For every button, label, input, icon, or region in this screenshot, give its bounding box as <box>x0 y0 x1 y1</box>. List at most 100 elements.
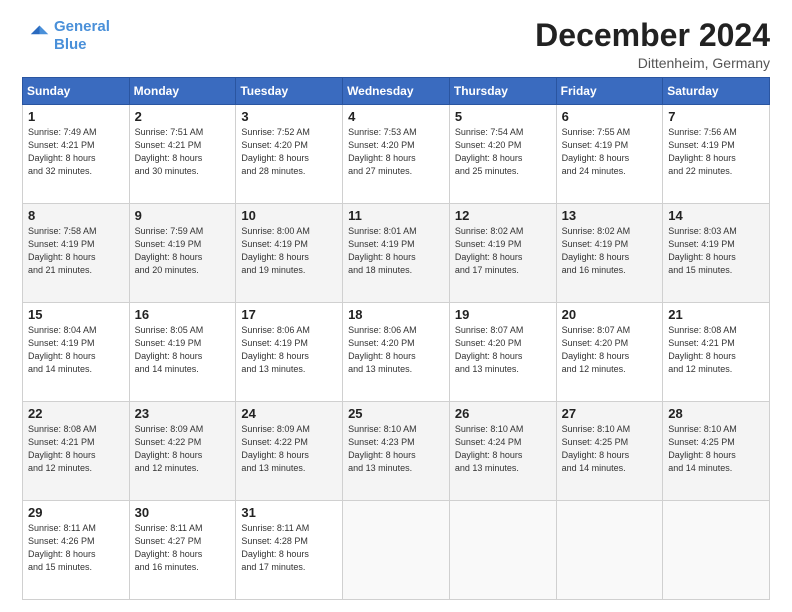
day-number: 8 <box>28 208 124 223</box>
logo: General Blue <box>22 18 110 54</box>
calendar-cell: 10 Sunrise: 8:00 AM Sunset: 4:19 PM Dayl… <box>236 204 343 303</box>
day-info: Sunrise: 7:58 AM Sunset: 4:19 PM Dayligh… <box>28 225 124 277</box>
day-number: 1 <box>28 109 124 124</box>
day-number: 3 <box>241 109 337 124</box>
day-info: Sunrise: 8:11 AM Sunset: 4:28 PM Dayligh… <box>241 522 337 574</box>
calendar-header-tuesday: Tuesday <box>236 78 343 105</box>
day-number: 7 <box>668 109 764 124</box>
calendar-cell: 5 Sunrise: 7:54 AM Sunset: 4:20 PM Dayli… <box>449 105 556 204</box>
calendar-cell: 21 Sunrise: 8:08 AM Sunset: 4:21 PM Dayl… <box>663 303 770 402</box>
day-info: Sunrise: 8:01 AM Sunset: 4:19 PM Dayligh… <box>348 225 444 277</box>
calendar-cell: 8 Sunrise: 7:58 AM Sunset: 4:19 PM Dayli… <box>23 204 130 303</box>
day-number: 10 <box>241 208 337 223</box>
day-info: Sunrise: 7:49 AM Sunset: 4:21 PM Dayligh… <box>28 126 124 178</box>
day-info: Sunrise: 8:11 AM Sunset: 4:26 PM Dayligh… <box>28 522 124 574</box>
day-info: Sunrise: 8:08 AM Sunset: 4:21 PM Dayligh… <box>28 423 124 475</box>
day-number: 27 <box>562 406 658 421</box>
page-title: December 2024 <box>535 18 770 53</box>
day-number: 16 <box>135 307 231 322</box>
calendar-cell: 17 Sunrise: 8:06 AM Sunset: 4:19 PM Dayl… <box>236 303 343 402</box>
calendar-cell: 11 Sunrise: 8:01 AM Sunset: 4:19 PM Dayl… <box>343 204 450 303</box>
calendar-cell: 9 Sunrise: 7:59 AM Sunset: 4:19 PM Dayli… <box>129 204 236 303</box>
calendar-cell: 23 Sunrise: 8:09 AM Sunset: 4:22 PM Dayl… <box>129 402 236 501</box>
day-number: 6 <box>562 109 658 124</box>
day-number: 14 <box>668 208 764 223</box>
calendar-cell: 6 Sunrise: 7:55 AM Sunset: 4:19 PM Dayli… <box>556 105 663 204</box>
day-info: Sunrise: 8:11 AM Sunset: 4:27 PM Dayligh… <box>135 522 231 574</box>
calendar-cell: 30 Sunrise: 8:11 AM Sunset: 4:27 PM Dayl… <box>129 501 236 600</box>
calendar-cell: 16 Sunrise: 8:05 AM Sunset: 4:19 PM Dayl… <box>129 303 236 402</box>
day-number: 28 <box>668 406 764 421</box>
calendar-cell: 20 Sunrise: 8:07 AM Sunset: 4:20 PM Dayl… <box>556 303 663 402</box>
calendar-cell: 28 Sunrise: 8:10 AM Sunset: 4:25 PM Dayl… <box>663 402 770 501</box>
day-number: 29 <box>28 505 124 520</box>
calendar-cell: 26 Sunrise: 8:10 AM Sunset: 4:24 PM Dayl… <box>449 402 556 501</box>
page: General Blue December 2024 Dittenheim, G… <box>0 0 792 612</box>
subtitle: Dittenheim, Germany <box>535 55 770 71</box>
day-number: 25 <box>348 406 444 421</box>
day-info: Sunrise: 8:09 AM Sunset: 4:22 PM Dayligh… <box>135 423 231 475</box>
day-number: 2 <box>135 109 231 124</box>
day-number: 24 <box>241 406 337 421</box>
calendar-week-5: 29 Sunrise: 8:11 AM Sunset: 4:26 PM Dayl… <box>23 501 770 600</box>
day-number: 4 <box>348 109 444 124</box>
day-number: 21 <box>668 307 764 322</box>
day-number: 12 <box>455 208 551 223</box>
day-number: 19 <box>455 307 551 322</box>
calendar-cell: 1 Sunrise: 7:49 AM Sunset: 4:21 PM Dayli… <box>23 105 130 204</box>
day-info: Sunrise: 7:55 AM Sunset: 4:19 PM Dayligh… <box>562 126 658 178</box>
calendar-cell: 31 Sunrise: 8:11 AM Sunset: 4:28 PM Dayl… <box>236 501 343 600</box>
calendar-cell: 27 Sunrise: 8:10 AM Sunset: 4:25 PM Dayl… <box>556 402 663 501</box>
calendar-cell: 4 Sunrise: 7:53 AM Sunset: 4:20 PM Dayli… <box>343 105 450 204</box>
day-number: 17 <box>241 307 337 322</box>
day-number: 18 <box>348 307 444 322</box>
logo-text: General Blue <box>54 18 110 54</box>
calendar-week-4: 22 Sunrise: 8:08 AM Sunset: 4:21 PM Dayl… <box>23 402 770 501</box>
day-info: Sunrise: 8:00 AM Sunset: 4:19 PM Dayligh… <box>241 225 337 277</box>
day-info: Sunrise: 8:09 AM Sunset: 4:22 PM Dayligh… <box>241 423 337 475</box>
day-number: 26 <box>455 406 551 421</box>
day-info: Sunrise: 7:56 AM Sunset: 4:19 PM Dayligh… <box>668 126 764 178</box>
calendar-cell: 29 Sunrise: 8:11 AM Sunset: 4:26 PM Dayl… <box>23 501 130 600</box>
day-info: Sunrise: 8:03 AM Sunset: 4:19 PM Dayligh… <box>668 225 764 277</box>
day-number: 13 <box>562 208 658 223</box>
day-number: 9 <box>135 208 231 223</box>
day-info: Sunrise: 8:08 AM Sunset: 4:21 PM Dayligh… <box>668 324 764 376</box>
calendar-table: SundayMondayTuesdayWednesdayThursdayFrid… <box>22 77 770 600</box>
day-info: Sunrise: 8:10 AM Sunset: 4:25 PM Dayligh… <box>668 423 764 475</box>
day-info: Sunrise: 8:10 AM Sunset: 4:24 PM Dayligh… <box>455 423 551 475</box>
calendar-header-monday: Monday <box>129 78 236 105</box>
calendar-cell <box>663 501 770 600</box>
day-info: Sunrise: 8:04 AM Sunset: 4:19 PM Dayligh… <box>28 324 124 376</box>
calendar-week-1: 1 Sunrise: 7:49 AM Sunset: 4:21 PM Dayli… <box>23 105 770 204</box>
day-number: 22 <box>28 406 124 421</box>
day-number: 23 <box>135 406 231 421</box>
calendar-cell: 18 Sunrise: 8:06 AM Sunset: 4:20 PM Dayl… <box>343 303 450 402</box>
day-number: 11 <box>348 208 444 223</box>
calendar-header-saturday: Saturday <box>663 78 770 105</box>
day-info: Sunrise: 7:52 AM Sunset: 4:20 PM Dayligh… <box>241 126 337 178</box>
logo-icon <box>22 22 50 50</box>
calendar-cell: 13 Sunrise: 8:02 AM Sunset: 4:19 PM Dayl… <box>556 204 663 303</box>
calendar-cell: 3 Sunrise: 7:52 AM Sunset: 4:20 PM Dayli… <box>236 105 343 204</box>
day-info: Sunrise: 7:53 AM Sunset: 4:20 PM Dayligh… <box>348 126 444 178</box>
day-info: Sunrise: 8:02 AM Sunset: 4:19 PM Dayligh… <box>455 225 551 277</box>
title-block: December 2024 Dittenheim, Germany <box>535 18 770 71</box>
calendar-cell: 2 Sunrise: 7:51 AM Sunset: 4:21 PM Dayli… <box>129 105 236 204</box>
day-info: Sunrise: 8:06 AM Sunset: 4:19 PM Dayligh… <box>241 324 337 376</box>
day-number: 31 <box>241 505 337 520</box>
calendar-cell: 25 Sunrise: 8:10 AM Sunset: 4:23 PM Dayl… <box>343 402 450 501</box>
day-number: 20 <box>562 307 658 322</box>
day-number: 15 <box>28 307 124 322</box>
day-info: Sunrise: 8:07 AM Sunset: 4:20 PM Dayligh… <box>455 324 551 376</box>
day-number: 30 <box>135 505 231 520</box>
calendar-cell: 19 Sunrise: 8:07 AM Sunset: 4:20 PM Dayl… <box>449 303 556 402</box>
calendar-week-2: 8 Sunrise: 7:58 AM Sunset: 4:19 PM Dayli… <box>23 204 770 303</box>
calendar-cell <box>556 501 663 600</box>
calendar-cell: 7 Sunrise: 7:56 AM Sunset: 4:19 PM Dayli… <box>663 105 770 204</box>
calendar-header-thursday: Thursday <box>449 78 556 105</box>
calendar-header-wednesday: Wednesday <box>343 78 450 105</box>
day-info: Sunrise: 8:10 AM Sunset: 4:25 PM Dayligh… <box>562 423 658 475</box>
day-info: Sunrise: 8:07 AM Sunset: 4:20 PM Dayligh… <box>562 324 658 376</box>
calendar-cell <box>343 501 450 600</box>
